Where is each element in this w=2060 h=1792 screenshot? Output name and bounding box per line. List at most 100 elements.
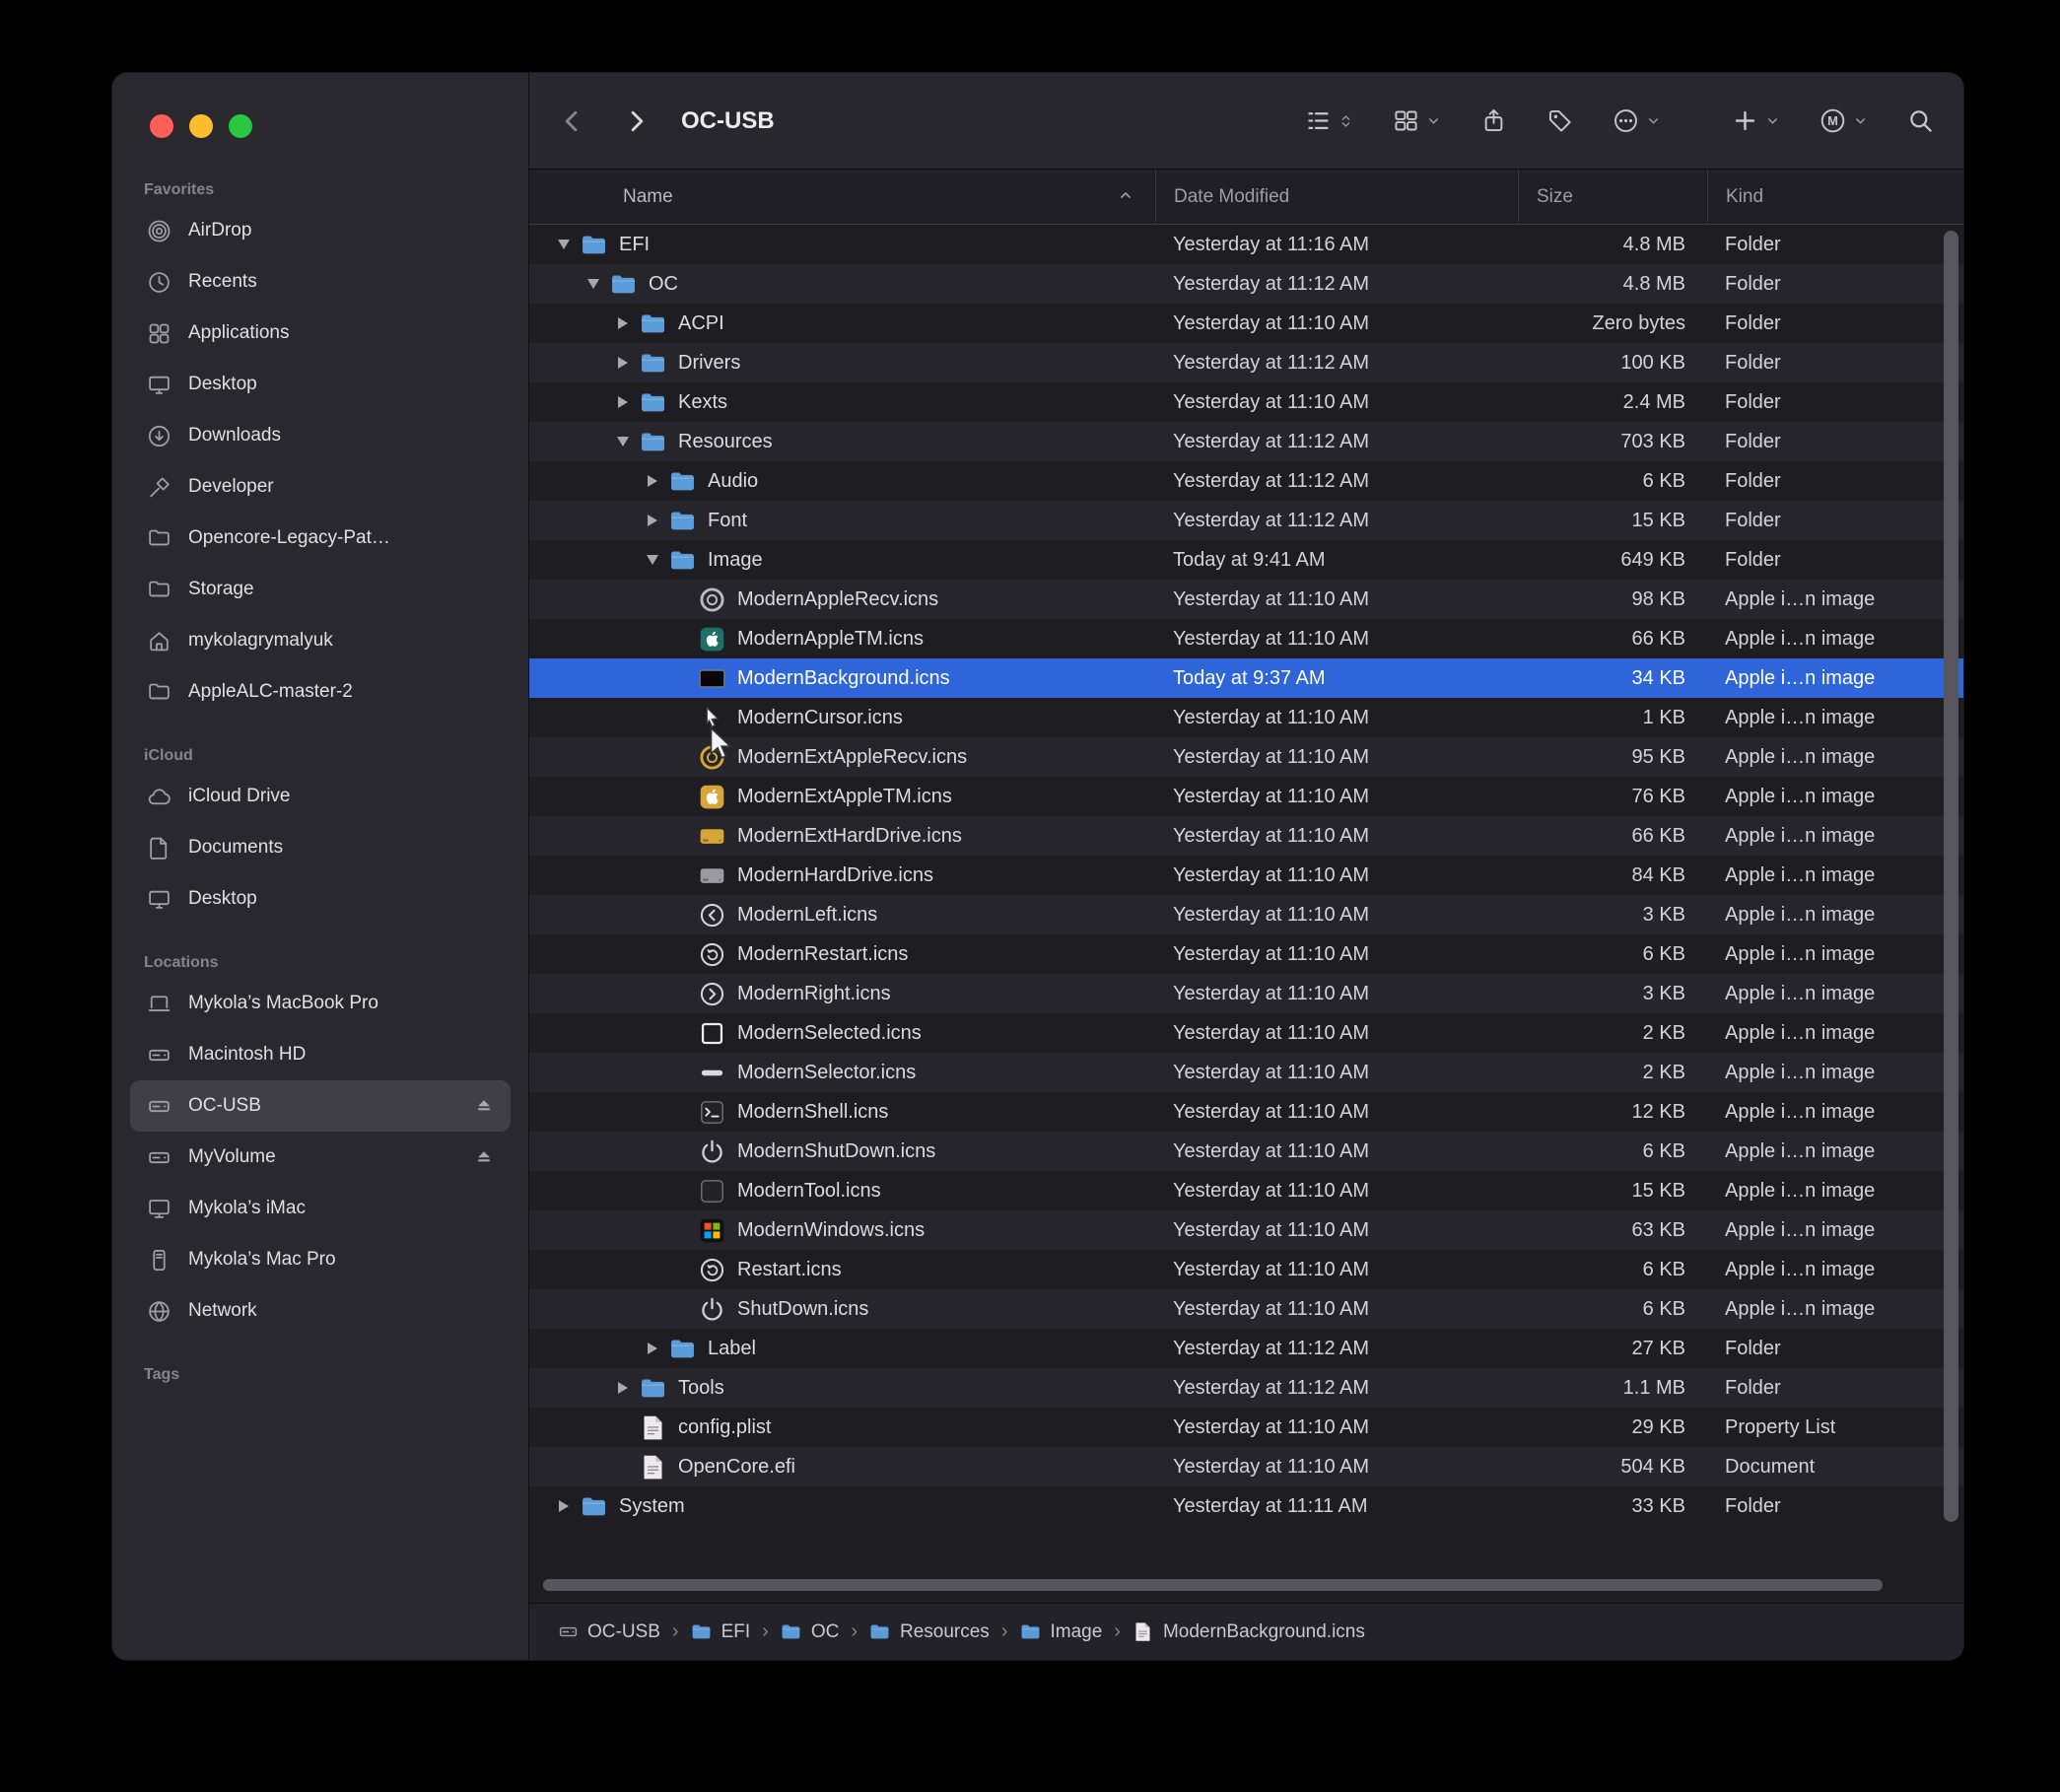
file-row-moderntool-icns[interactable]: ModernTool.icnsYesterday at 11:10 AM15 K…	[529, 1171, 1963, 1210]
back-button[interactable]	[551, 100, 594, 143]
sidebar-item-mykola-s-macbook-pro[interactable]: Mykola’s MacBook Pro	[130, 978, 511, 1029]
close-button[interactable]	[150, 114, 173, 138]
share-button[interactable]	[1480, 107, 1507, 134]
sidebar-item-network[interactable]: Network	[130, 1285, 511, 1337]
file-row-font[interactable]: FontYesterday at 11:12 AM15 KBFolder	[529, 501, 1963, 540]
file-row-label[interactable]: LabelYesterday at 11:12 AM27 KBFolder	[529, 1329, 1963, 1368]
file-row-opencore-efi[interactable]: OpenCore.efiYesterday at 11:10 AM504 KBD…	[529, 1447, 1963, 1486]
file-row-modernright-icns[interactable]: ModernRight.icnsYesterday at 11:10 AM3 K…	[529, 974, 1963, 1013]
sidebar-item-desktop[interactable]: Desktop	[130, 359, 511, 410]
file-row-oc[interactable]: OCYesterday at 11:12 AM4.8 MBFolder	[529, 264, 1963, 304]
sidebar-item-airdrop[interactable]: AirDrop	[130, 205, 511, 256]
sidebar-item-myvolume[interactable]: MyVolume	[130, 1132, 511, 1183]
disclosure-open-icon[interactable]	[608, 437, 638, 447]
sidebar-item-developer[interactable]: Developer	[130, 461, 511, 513]
file-row-modernextapplerecv-icns[interactable]: ModernExtAppleRecv.icnsYesterday at 11:1…	[529, 737, 1963, 777]
file-row-modernappletm-icns[interactable]: ModernAppleTM.icnsYesterday at 11:10 AM6…	[529, 619, 1963, 658]
sidebar-item-applealc-master-2[interactable]: AppleALC-master-2	[130, 666, 511, 718]
file-row-modernharddrive-icns[interactable]: ModernHardDrive.icnsYesterday at 11:10 A…	[529, 856, 1963, 895]
sidebar-item-recents[interactable]: Recents	[130, 256, 511, 308]
column-header-name[interactable]: Name	[529, 170, 1155, 224]
sidebar-item-mykola-s-mac-pro[interactable]: Mykola’s Mac Pro	[130, 1234, 511, 1285]
column-header-size[interactable]: Size	[1518, 170, 1707, 224]
eject-icon[interactable]	[473, 1145, 497, 1169]
disclosure-closed-icon[interactable]	[549, 1500, 579, 1512]
file-name: ModernExtAppleRecv.icns	[737, 746, 967, 769]
file-row-moderncursor-icns[interactable]: ModernCursor.icnsYesterday at 11:10 AM1 …	[529, 698, 1963, 737]
file-row-tools[interactable]: ToolsYesterday at 11:12 AM1.1 MBFolder	[529, 1368, 1963, 1408]
sidebar-item-macintosh-hd[interactable]: Macintosh HD	[130, 1029, 511, 1080]
minimize-button[interactable]	[189, 114, 213, 138]
column-header-date-modified[interactable]: Date Modified	[1155, 170, 1518, 224]
sidebar-item-oc-usb[interactable]: OC-USB	[130, 1080, 511, 1132]
group-button[interactable]	[1393, 107, 1441, 134]
file-row-modernshell-icns[interactable]: ModernShell.icnsYesterday at 11:10 AM12 …	[529, 1092, 1963, 1132]
file-row-efi[interactable]: EFIYesterday at 11:16 AM4.8 MBFolder	[529, 225, 1963, 264]
file-date-modified: Yesterday at 11:12 AM	[1155, 1377, 1518, 1400]
file-row-audio[interactable]: AudioYesterday at 11:12 AM6 KBFolder	[529, 461, 1963, 501]
sidebar-item-label: AirDrop	[188, 220, 251, 241]
disclosure-closed-icon[interactable]	[638, 515, 667, 526]
path-item-modernbackground-icns[interactable]: ModernBackground.icns	[1133, 1621, 1365, 1643]
file-row-kexts[interactable]: KextsYesterday at 11:10 AM2.4 MBFolder	[529, 382, 1963, 422]
file-row-resources[interactable]: ResourcesYesterday at 11:12 AM703 KBFold…	[529, 422, 1963, 461]
file-row-modernrestart-icns[interactable]: ModernRestart.icnsYesterday at 11:10 AM6…	[529, 934, 1963, 974]
zoom-button[interactable]	[229, 114, 252, 138]
file-row-system[interactable]: SystemYesterday at 11:11 AM33 KBFolder	[529, 1486, 1963, 1526]
file-row-config-plist[interactable]: config.plistYesterday at 11:10 AM29 KBPr…	[529, 1408, 1963, 1447]
globe-icon	[144, 1297, 173, 1325]
sidebar-item-mykola-s-imac[interactable]: Mykola’s iMac	[130, 1183, 511, 1234]
path-item-oc[interactable]: OC	[781, 1621, 840, 1643]
file-row-modernselected-icns[interactable]: ModernSelected.icnsYesterday at 11:10 AM…	[529, 1013, 1963, 1053]
horizontal-scrollbar[interactable]	[543, 1579, 1924, 1591]
file-row-shutdown-icns[interactable]: ShutDown.icnsYesterday at 11:10 AM6 KBAp…	[529, 1289, 1963, 1329]
vertical-scrollbar[interactable]	[1944, 231, 1959, 1522]
horizontal-scrollbar-thumb[interactable]	[543, 1579, 1883, 1591]
sidebar-item-downloads[interactable]: Downloads	[130, 410, 511, 461]
disclosure-open-icon[interactable]	[579, 279, 608, 289]
sidebar-item-storage[interactable]: Storage	[130, 564, 511, 615]
disclosure-open-icon[interactable]	[638, 555, 667, 565]
disclosure-closed-icon[interactable]	[608, 1382, 638, 1394]
sidebar-item-icloud-drive[interactable]: iCloud Drive	[130, 771, 511, 822]
sidebar-item-documents[interactable]: Documents	[130, 822, 511, 873]
account-button[interactable]: M	[1820, 107, 1868, 134]
path-item-resources[interactable]: Resources	[869, 1621, 990, 1643]
file-row-modernselector-icns[interactable]: ModernSelector.icnsYesterday at 11:10 AM…	[529, 1053, 1963, 1092]
sidebar-item-opencore-legacy-pat[interactable]: Opencore-Legacy-Pat…	[130, 513, 511, 564]
file-row-modernshutdown-icns[interactable]: ModernShutDown.icnsYesterday at 11:10 AM…	[529, 1132, 1963, 1171]
disclosure-closed-icon[interactable]	[638, 1343, 667, 1354]
file-row-modernextharddrive-icns[interactable]: ModernExtHardDrive.icnsYesterday at 11:1…	[529, 816, 1963, 856]
file-row-restart-icns[interactable]: Restart.icnsYesterday at 11:10 AM6 KBApp…	[529, 1250, 1963, 1289]
disclosure-closed-icon[interactable]	[638, 475, 667, 487]
vertical-scrollbar-thumb[interactable]	[1944, 231, 1958, 1522]
search-button[interactable]	[1907, 107, 1934, 134]
disclosure-closed-icon[interactable]	[608, 357, 638, 369]
file-row-modernextappletm-icns[interactable]: ModernExtAppleTM.icnsYesterday at 11:10 …	[529, 777, 1963, 816]
file-row-modernbackground-icns[interactable]: ModernBackground.icnsToday at 9:37 AM34 …	[529, 658, 1963, 698]
disclosure-open-icon[interactable]	[549, 240, 579, 249]
sidebar-item-desktop[interactable]: Desktop	[130, 873, 511, 925]
disclosure-closed-icon[interactable]	[608, 396, 638, 408]
forward-button[interactable]	[614, 100, 657, 143]
file-row-image[interactable]: ImageToday at 9:41 AM649 KBFolder	[529, 540, 1963, 580]
file-row-modernleft-icns[interactable]: ModernLeft.icnsYesterday at 11:10 AM3 KB…	[529, 895, 1963, 934]
view-button[interactable]	[1305, 107, 1353, 134]
sidebar-item-label: Mykola’s iMac	[188, 1198, 306, 1219]
file-row-modernapplerecv-icns[interactable]: ModernAppleRecv.icnsYesterday at 11:10 A…	[529, 580, 1963, 619]
add-button[interactable]	[1732, 107, 1780, 134]
tags-button[interactable]	[1546, 107, 1573, 134]
column-header-kind[interactable]: Kind	[1707, 170, 1963, 224]
path-item-image[interactable]: Image	[1019, 1621, 1102, 1643]
file-row-acpi[interactable]: ACPIYesterday at 11:10 AMZero bytesFolde…	[529, 304, 1963, 343]
sidebar-item-applications[interactable]: Applications	[130, 308, 511, 359]
sidebar-item-mykolagrymalyuk[interactable]: mykolagrymalyuk	[130, 615, 511, 666]
disclosure-closed-icon[interactable]	[608, 317, 638, 329]
home-icon	[144, 627, 173, 655]
path-item-oc-usb[interactable]: OC-USB	[557, 1621, 660, 1643]
more-button[interactable]	[1613, 107, 1661, 134]
path-item-efi[interactable]: EFI	[691, 1621, 751, 1643]
file-row-drivers[interactable]: DriversYesterday at 11:12 AM100 KBFolder	[529, 343, 1963, 382]
eject-icon[interactable]	[473, 1094, 497, 1118]
file-row-modernwindows-icns[interactable]: ModernWindows.icnsYesterday at 11:10 AM6…	[529, 1210, 1963, 1250]
